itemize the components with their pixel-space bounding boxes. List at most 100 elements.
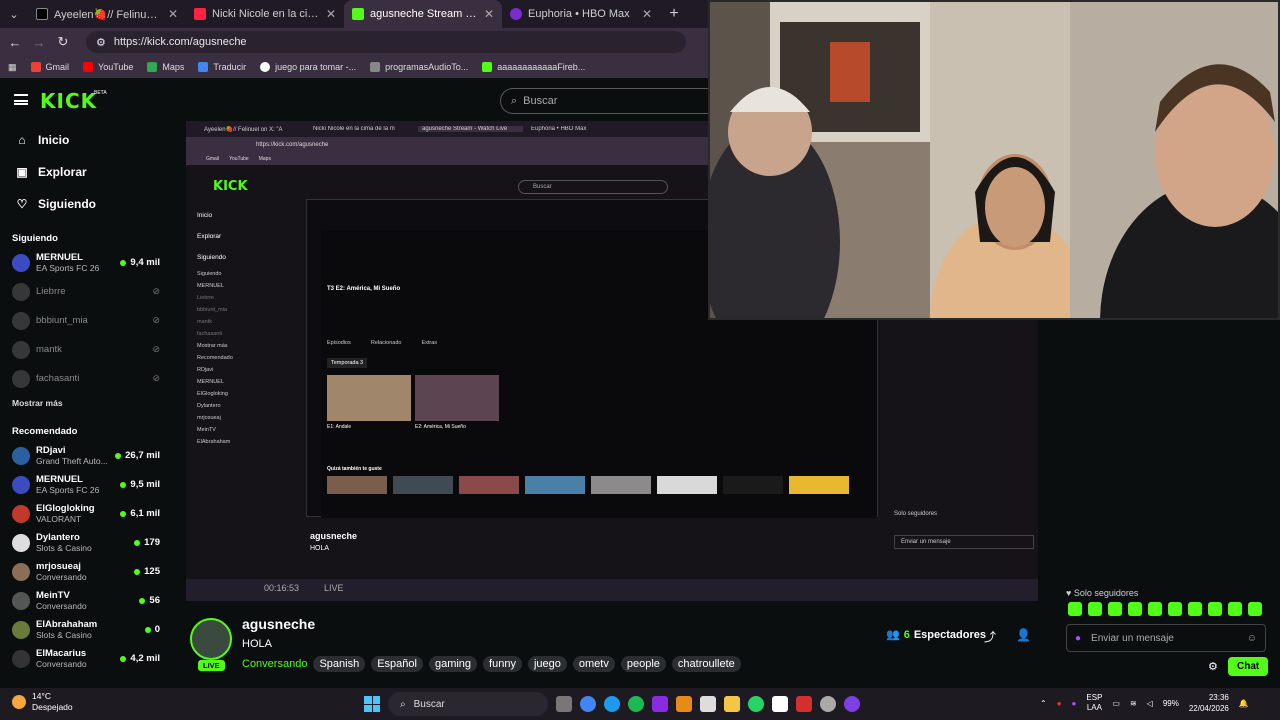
- mic-icon[interactable]: ●: [1075, 633, 1081, 644]
- browser-tab-2[interactable]: Nicki Nicole en la cima de la m ✕: [186, 0, 344, 28]
- sidebar-channel[interactable]: ElAbrahaham Slots & Casino 0: [0, 615, 176, 644]
- app-icon[interactable]: [676, 696, 692, 712]
- wifi-icon[interactable]: ≋: [1130, 699, 1137, 708]
- chevron-up-icon[interactable]: ⌃: [1040, 699, 1047, 708]
- emote-icon[interactable]: [1248, 602, 1262, 616]
- share-icon[interactable]: ⤴: [984, 628, 996, 645]
- sidebar-channel[interactable]: ElMacarius Conversando 4,2 mil: [0, 644, 176, 673]
- captured-channel: Liebrre: [197, 295, 215, 301]
- bookmark-translate[interactable]: Traducir: [198, 62, 246, 72]
- chat-settings-icon[interactable]: ⚙: [1208, 660, 1218, 673]
- emote-icon[interactable]: [1068, 602, 1082, 616]
- taskbar-search[interactable]: ⌕ Buscar: [388, 692, 548, 716]
- sidebar-channel[interactable]: MERNUEL EA Sports FC 26 9,5 mil: [0, 470, 176, 499]
- avatar: [12, 504, 30, 523]
- nav-explorar[interactable]: ▣ Explorar: [0, 156, 176, 188]
- chat-send-button[interactable]: Chat: [1228, 657, 1269, 676]
- whatsapp-icon[interactable]: [748, 696, 764, 712]
- tray-app-icon[interactable]: ●: [1057, 699, 1062, 708]
- nav-label: Siguiendo: [38, 197, 96, 211]
- new-tab-icon[interactable]: +: [660, 5, 688, 23]
- tag[interactable]: juego: [527, 656, 567, 672]
- vscode-icon[interactable]: [652, 696, 668, 712]
- mic-icon[interactable]: ●: [1072, 699, 1077, 708]
- site-info-icon[interactable]: ⚙: [96, 36, 106, 49]
- clock[interactable]: 23:36 22/04/2026: [1189, 692, 1229, 714]
- captured-bookmark: YouTube: [229, 156, 249, 162]
- bookmark-youtube[interactable]: YouTube: [83, 62, 133, 72]
- emote-icon[interactable]: [1188, 602, 1202, 616]
- close-tab-icon[interactable]: ✕: [642, 7, 652, 21]
- bookmark-programas[interactable]: programasAudioTo...: [370, 62, 468, 72]
- twitch-app-icon[interactable]: [844, 696, 860, 712]
- emote-icon[interactable]: [1228, 602, 1242, 616]
- close-tab-icon[interactable]: ✕: [484, 7, 494, 21]
- emoji-icon[interactable]: ☺: [1247, 633, 1257, 644]
- sidebar-channel[interactable]: ElGlogloking VALORANT 6,1 mil: [0, 499, 176, 528]
- streamer-name[interactable]: agusneche: [242, 616, 315, 632]
- url-field[interactable]: ⚙ https://kick.com/agusneche: [86, 31, 686, 53]
- weather-widget[interactable]: 14°C Despejado: [12, 691, 73, 713]
- bookmark-maps[interactable]: Maps: [147, 62, 184, 72]
- tag[interactable]: chatroullete: [671, 656, 741, 672]
- display-icon[interactable]: ▭: [1112, 699, 1120, 708]
- chat-input[interactable]: ● Enviar un mensaje ☺: [1066, 624, 1266, 652]
- volume-icon[interactable]: ◁: [1147, 699, 1153, 708]
- folder-icon[interactable]: [724, 696, 740, 712]
- edge-icon[interactable]: [604, 696, 620, 712]
- bookmark-juego[interactable]: juego para tomar -...: [260, 62, 356, 72]
- sidebar-channel[interactable]: Dylantero Slots & Casino 179: [0, 528, 176, 557]
- nav-siguiendo[interactable]: ♡ Siguiendo: [0, 188, 176, 220]
- store-icon[interactable]: [700, 696, 716, 712]
- tag[interactable]: Español: [371, 656, 423, 672]
- windows-start-icon[interactable]: [364, 696, 380, 712]
- kick-logo[interactable]: KICK: [40, 89, 97, 113]
- sidebar-channel[interactable]: MERNUEL EA Sports FC 26 9,4 mil: [0, 248, 176, 277]
- emote-icon[interactable]: [1148, 602, 1162, 616]
- follow-user-icon[interactable]: 👤: [1016, 628, 1031, 642]
- sidebar-channel[interactable]: fachasanti ⊘: [0, 364, 176, 393]
- show-more-link[interactable]: Mostrar más: [0, 393, 176, 413]
- sidebar-channel[interactable]: MeinTV Conversando 56: [0, 586, 176, 615]
- search-placeholder: Buscar: [523, 95, 558, 107]
- streamer-avatar[interactable]: [190, 618, 232, 660]
- task-view-icon[interactable]: [556, 696, 572, 712]
- category-link[interactable]: Conversando: [242, 658, 307, 670]
- obs-icon[interactable]: [820, 696, 836, 712]
- tag[interactable]: funny: [483, 656, 522, 672]
- l-app-icon[interactable]: [796, 696, 812, 712]
- tag[interactable]: ometv: [572, 656, 615, 672]
- capcut-icon[interactable]: [772, 696, 788, 712]
- sidebar-channel[interactable]: mrjosueaj Conversando 125: [0, 557, 176, 586]
- browser-tab-1[interactable]: Ayeelen🍓// Felinuel on X: "A ✕: [28, 0, 186, 28]
- bookmark-gmail[interactable]: Gmail: [30, 62, 69, 72]
- tag[interactable]: gaming: [428, 656, 478, 672]
- chrome-icon[interactable]: [580, 696, 596, 712]
- apps-grid-icon[interactable]: ▦: [8, 62, 17, 73]
- spotify-icon[interactable]: [628, 696, 644, 712]
- emote-icon[interactable]: [1168, 602, 1182, 616]
- search-input[interactable]: ⌕ Buscar: [500, 88, 720, 114]
- reload-icon[interactable]: ↻: [54, 34, 72, 50]
- sidebar-channel[interactable]: Liebrre ⊘: [0, 277, 176, 306]
- bookmark-firebase[interactable]: aaaaaaaaaaaaFireb...: [482, 62, 585, 72]
- back-icon[interactable]: ←: [6, 35, 24, 50]
- menu-icon[interactable]: [14, 94, 28, 105]
- emote-icon[interactable]: [1208, 602, 1222, 616]
- sidebar-channel[interactable]: bbbiunt_mia ⊘: [0, 306, 176, 335]
- forward-icon[interactable]: →: [30, 35, 48, 50]
- browser-tab-4[interactable]: Euphoria • HBO Max ✕: [502, 0, 660, 28]
- nav-inicio[interactable]: ⌂ Inicio: [0, 124, 176, 156]
- emote-icon[interactable]: [1128, 602, 1142, 616]
- tag[interactable]: Spanish: [313, 656, 366, 672]
- tab-search-chevron-icon[interactable]: ⌄: [0, 0, 28, 28]
- close-tab-icon[interactable]: ✕: [168, 7, 178, 21]
- emote-icon[interactable]: [1108, 602, 1122, 616]
- browser-tab-3[interactable]: agusneche Stream - Watch Live ✕: [344, 0, 502, 28]
- sidebar-channel[interactable]: mantk ⊘: [0, 335, 176, 364]
- sidebar-channel[interactable]: RDjavi Grand Theft Auto... 26,7 mil: [0, 441, 176, 470]
- notification-bell-icon[interactable]: 🔔: [1239, 699, 1249, 708]
- emote-icon[interactable]: [1088, 602, 1102, 616]
- tag[interactable]: people: [620, 656, 666, 672]
- close-tab-icon[interactable]: ✕: [326, 7, 336, 21]
